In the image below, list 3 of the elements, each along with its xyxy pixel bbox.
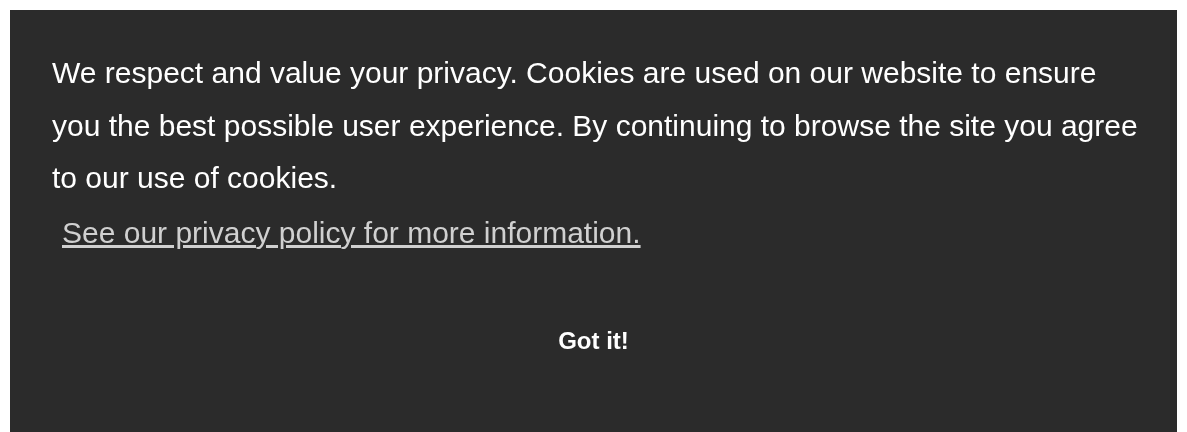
privacy-policy-link[interactable]: See our privacy policy for more information. [62, 210, 641, 255]
got-it-button[interactable]: Got it! [542, 318, 645, 363]
privacy-message: We respect and value your privacy. Cookies are used on our website to ensure you the best possible user experience. By continuing to browse the site you agree to our use of cookies. [52, 55, 1139, 196]
